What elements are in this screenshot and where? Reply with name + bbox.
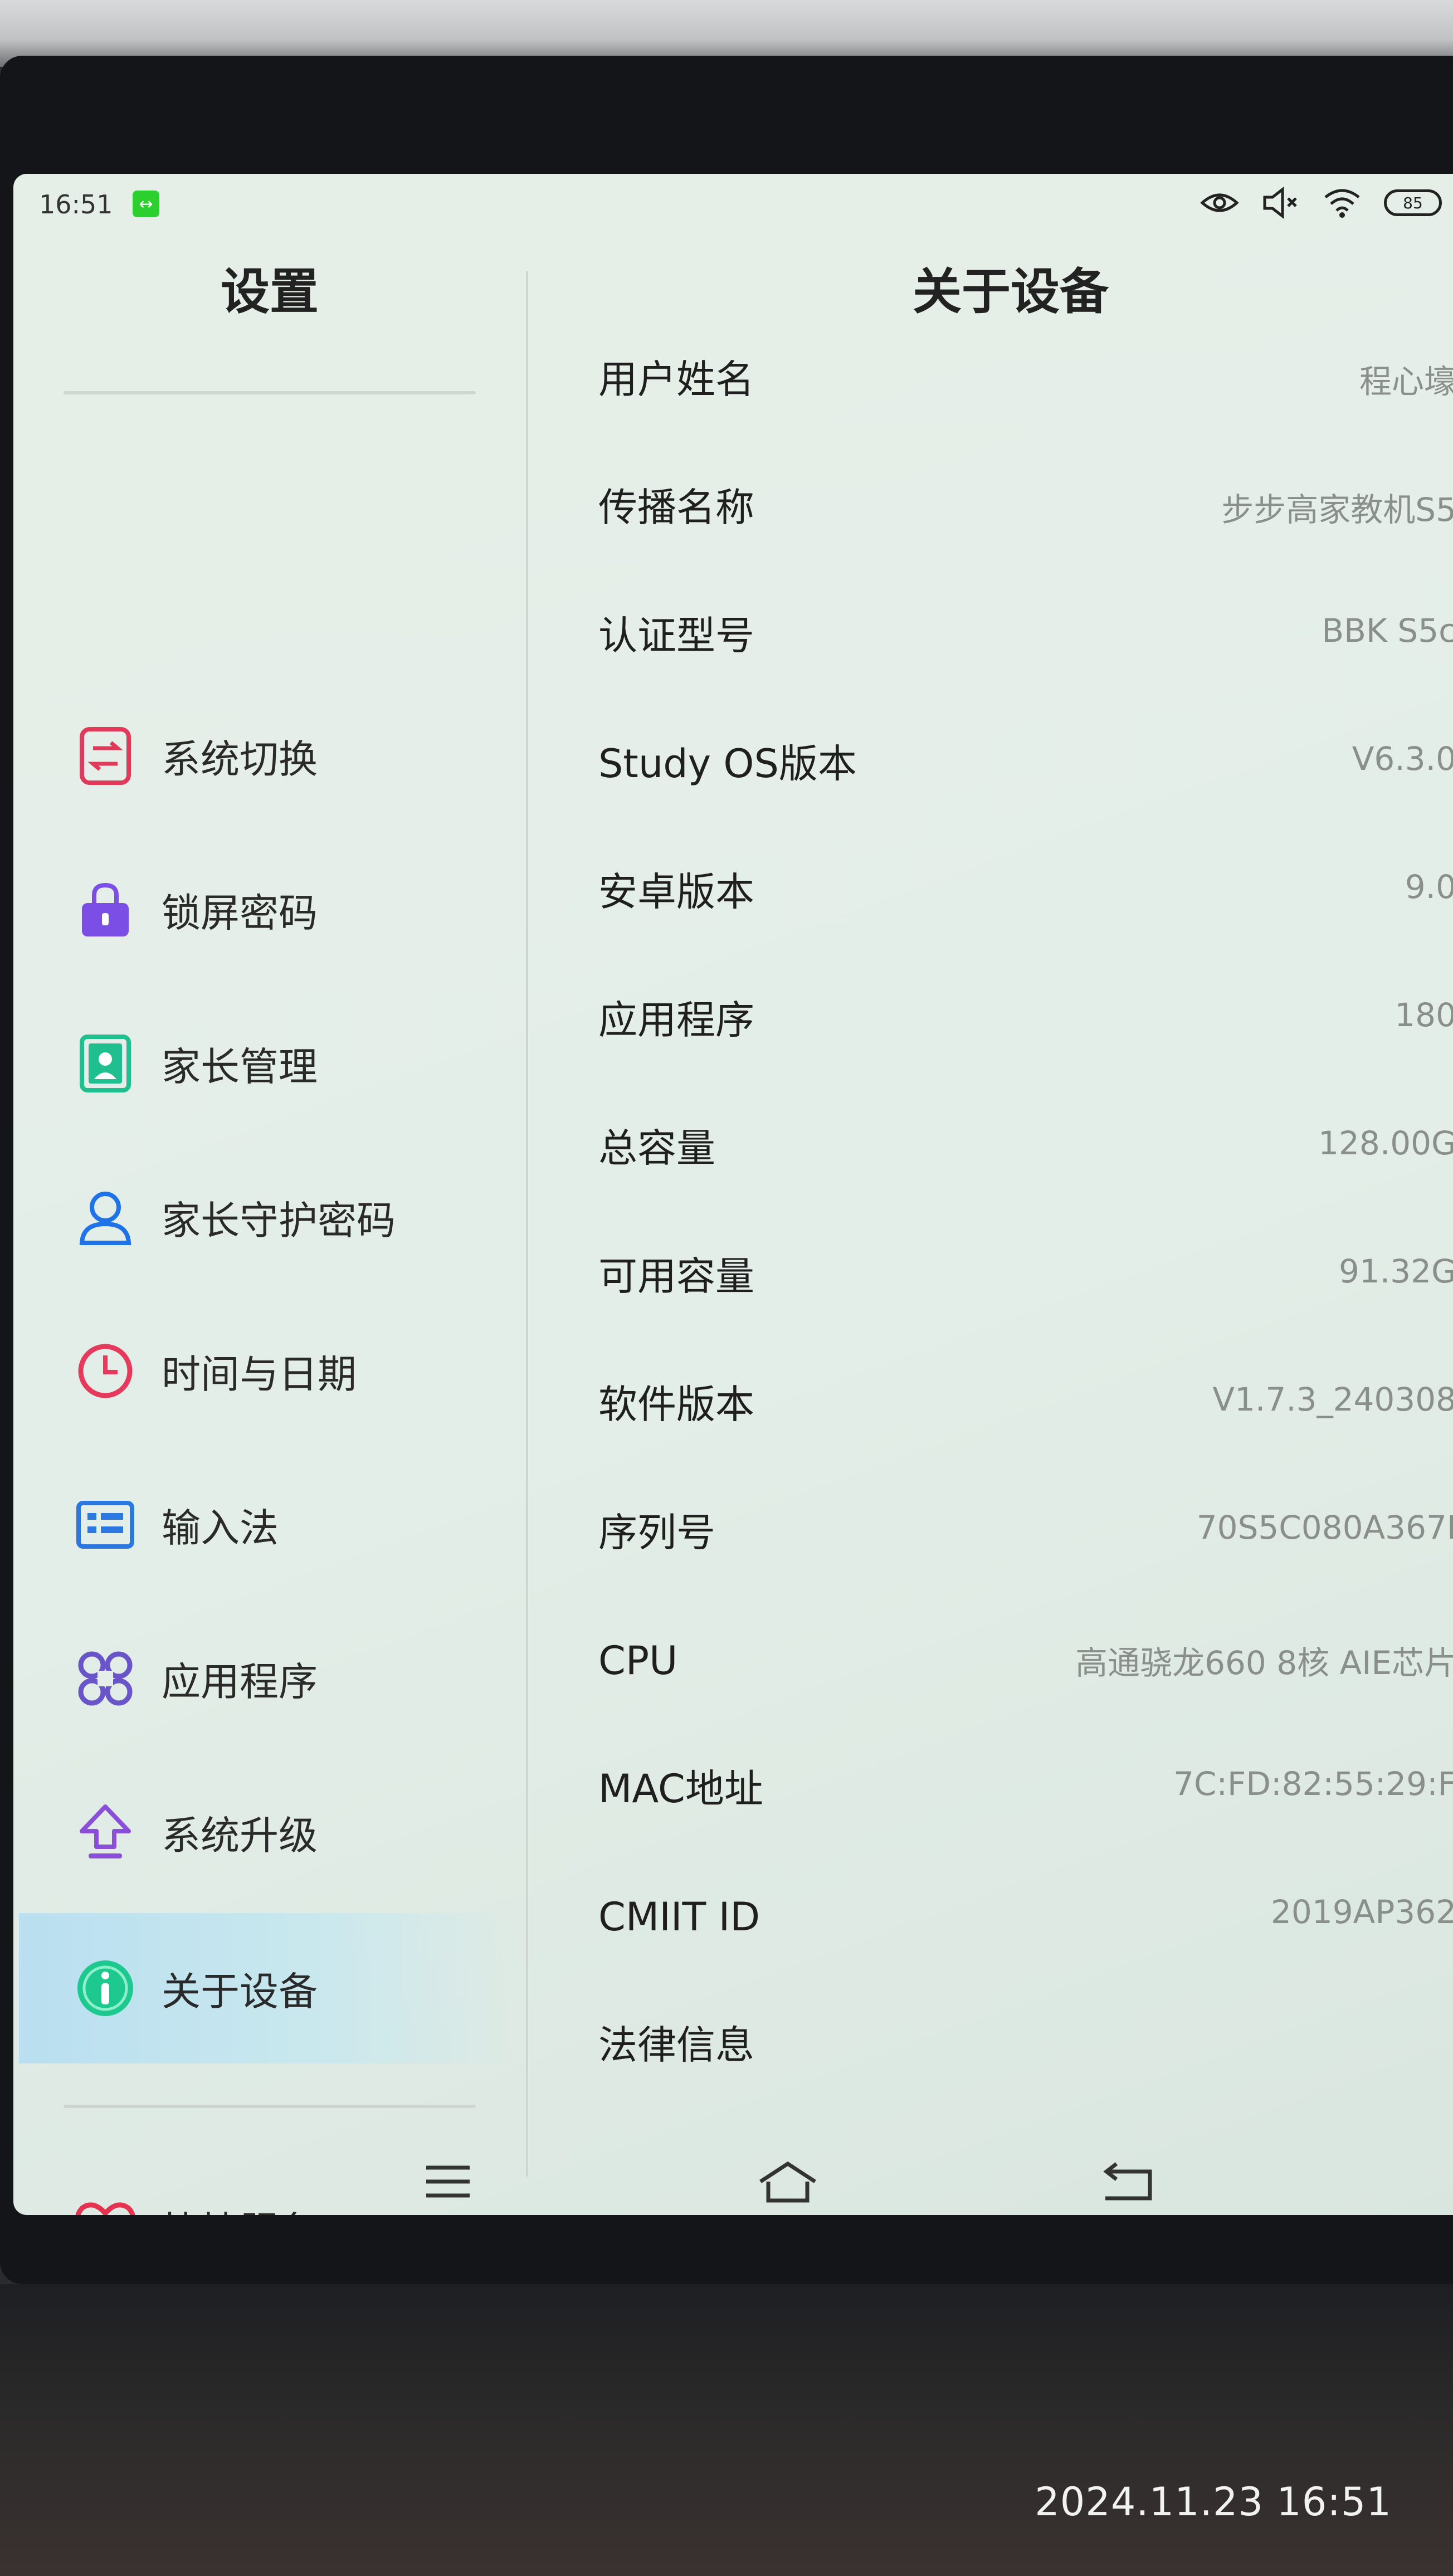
row-label: CMIIT ID: [598, 1894, 760, 1940]
info-row-mac-address[interactable]: MAC地址 7C:FD:82:55:29:F: [598, 1725, 1453, 1853]
row-label: 序列号: [598, 1510, 715, 1555]
info-row-certified-model[interactable]: 认证型号 BBK S5c: [598, 572, 1453, 700]
back-icon[interactable]: [1094, 2154, 1161, 2209]
about-device-panel: 关于设备 用户姓名 程心壕 传播名称 步步高家教机S5 认证型号 BBK S5c…: [537, 232, 1453, 2148]
sidebar-item-applications[interactable]: 应用程序: [19, 1603, 515, 1754]
row-value: V1.7.3_240308: [1212, 1380, 1453, 1418]
info-icon: [75, 1958, 136, 2019]
status-icons: 85: [1200, 185, 1442, 221]
info-row-study-os-version[interactable]: Study OS版本 V6.3.0: [598, 700, 1453, 828]
sidebar-item-parent-management[interactable]: 家长管理: [19, 988, 515, 1139]
row-value: 9.0: [1405, 868, 1453, 906]
sidebar-item-lock-password[interactable]: 锁屏密码: [19, 835, 515, 985]
photo-timestamp: 2024.11.23 16:51: [1035, 2479, 1392, 2525]
row-value: 91.32G: [1339, 1252, 1453, 1290]
row-value: 步步高家教机S5: [1221, 491, 1453, 529]
status-app-icon: ↔: [133, 191, 159, 217]
row-label: Study OS版本: [598, 741, 857, 787]
row-label: 用户姓名: [598, 357, 754, 402]
row-label: CPU: [598, 1638, 678, 1684]
status-bar: 16:51 ↔ 85: [13, 174, 1453, 232]
row-label: 软件版本: [598, 1382, 754, 1427]
battery-indicator: 85: [1384, 189, 1442, 216]
row-value: 180: [1395, 996, 1453, 1034]
row-value: 7C:FD:82:55:29:F: [1173, 1765, 1453, 1803]
sidebar-item-label: 系统切换: [162, 736, 318, 782]
upgrade-arrow-icon: [75, 1802, 136, 1863]
info-row-cpu[interactable]: CPU 高通骁龙660 8核 AIE芯片: [598, 1597, 1453, 1725]
row-value: 70S5C080A367I: [1196, 1509, 1453, 1546]
person-icon: [75, 1187, 136, 1248]
row-label: 总容量: [598, 1125, 715, 1171]
tablet-screen: 16:51 ↔ 85 设置 系统切换 锁屏密码 家长管理 家长守护密码 时间与日…: [13, 174, 1453, 2215]
sidebar-item-guardian-password[interactable]: 家长守护密码: [19, 1142, 515, 1292]
row-value: 高通骁龙660 8核 AIE芯片: [1075, 1644, 1453, 1682]
info-row-broadcast-name[interactable]: 传播名称 步步高家教机S5: [598, 443, 1453, 572]
row-label: MAC地址: [598, 1766, 763, 1812]
sidebar-item-label: 时间与日期: [162, 1351, 357, 1397]
row-label: 法律信息: [598, 2022, 754, 2068]
row-label: 安卓版本: [598, 869, 754, 915]
info-row-android-version[interactable]: 安卓版本 9.0: [598, 828, 1453, 956]
row-label: 应用程序: [598, 997, 754, 1043]
info-row-legal-info[interactable]: 法律信息: [598, 1981, 1453, 2109]
sidebar-item-label: 锁屏密码: [162, 890, 318, 936]
info-row-available-capacity[interactable]: 可用容量 91.32G: [598, 1212, 1453, 1340]
mute-icon: [1261, 186, 1300, 219]
info-row-total-capacity[interactable]: 总容量 128.00G: [598, 1084, 1453, 1212]
settings-sidebar: 设置 系统切换 锁屏密码 家长管理 家长守护密码 时间与日期 输入法 应用程序 …: [13, 232, 526, 2215]
panel-divider: [526, 271, 528, 2177]
row-label: 可用容量: [598, 1253, 754, 1299]
row-value: BBK S5c: [1322, 612, 1453, 650]
lock-icon: [75, 879, 136, 940]
row-label: 传播名称: [598, 485, 754, 530]
sidebar-item-about-device[interactable]: 关于设备: [19, 1913, 515, 2063]
sidebar-item-system-upgrade[interactable]: 系统升级: [19, 1757, 515, 1907]
info-row-software-version[interactable]: 软件版本 V1.7.3_240308: [598, 1340, 1453, 1468]
sidebar-item-label: 系统升级: [162, 1812, 318, 1858]
menu-icon[interactable]: [415, 2154, 481, 2209]
sidebar-item-label: 关于设备: [162, 1968, 318, 2014]
info-row-applications[interactable]: 应用程序 180: [598, 956, 1453, 1084]
row-value: 128.00G: [1318, 1124, 1453, 1162]
sidebar-item-label: 家长守护密码: [162, 1197, 396, 1243]
clock-icon: [75, 1340, 136, 1402]
info-row-user-name[interactable]: 用户姓名 程心壕: [598, 315, 1453, 443]
sidebar-item-time-date[interactable]: 时间与日期: [19, 1296, 515, 1446]
row-value: 程心壕: [1359, 363, 1453, 401]
navigation-bar: [13, 2148, 1453, 2215]
info-row-serial-number[interactable]: 序列号 70S5C080A367I: [598, 1468, 1453, 1597]
keyboard-icon: [75, 1494, 136, 1555]
sidebar-item-label: 输入法: [162, 1505, 279, 1551]
eye-icon: [1200, 186, 1239, 219]
sidebar-divider-top: [64, 391, 476, 394]
system-switch-icon: [75, 725, 136, 787]
sidebar-item-label: 家长管理: [162, 1043, 318, 1090]
photo-background-bottom: [0, 2284, 1453, 2576]
row-value: V6.3.0: [1352, 740, 1453, 778]
parent-manage-icon: [75, 1033, 136, 1094]
home-icon[interactable]: [754, 2154, 821, 2209]
status-time: 16:51: [39, 189, 113, 219]
sidebar-divider-bottom: [64, 2105, 476, 2108]
sidebar-item-label: 应用程序: [162, 1658, 318, 1705]
command-icon: [75, 1648, 136, 1709]
sidebar-item-system-switch[interactable]: 系统切换: [19, 681, 515, 831]
wifi-icon: [1323, 186, 1362, 219]
info-row-cmiit-id[interactable]: CMIIT ID 2019AP362: [598, 1853, 1453, 1981]
sidebar-item-input-method[interactable]: 输入法: [19, 1450, 515, 1600]
row-label: 认证型号: [598, 613, 754, 658]
row-value: 2019AP362: [1271, 1893, 1453, 1931]
sidebar-title: 设置: [220, 262, 319, 320]
